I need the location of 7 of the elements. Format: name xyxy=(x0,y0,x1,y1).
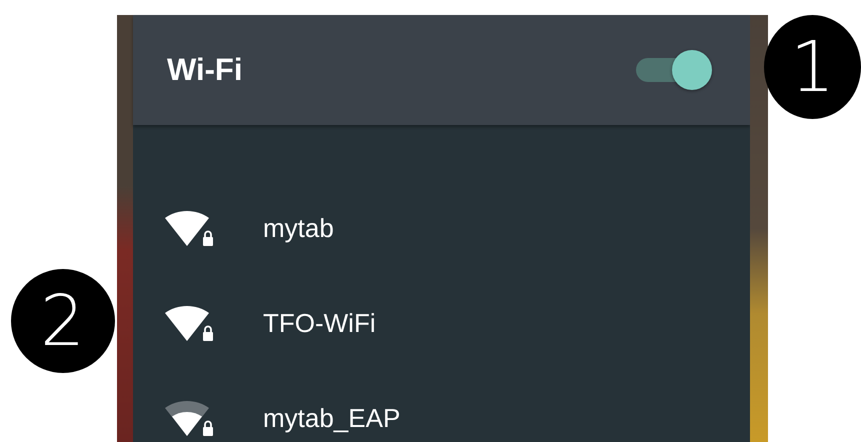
network-name[interactable]: mytab_EAP xyxy=(263,402,400,434)
wifi-toggle[interactable] xyxy=(636,50,712,90)
wifi-title: Wi-Fi xyxy=(167,52,242,88)
callout-number: 2 xyxy=(10,269,114,373)
network-name[interactable]: mytab xyxy=(263,212,334,244)
network-name[interactable]: TFO-WiFi xyxy=(263,308,376,338)
callout-number: 1 xyxy=(764,15,861,119)
